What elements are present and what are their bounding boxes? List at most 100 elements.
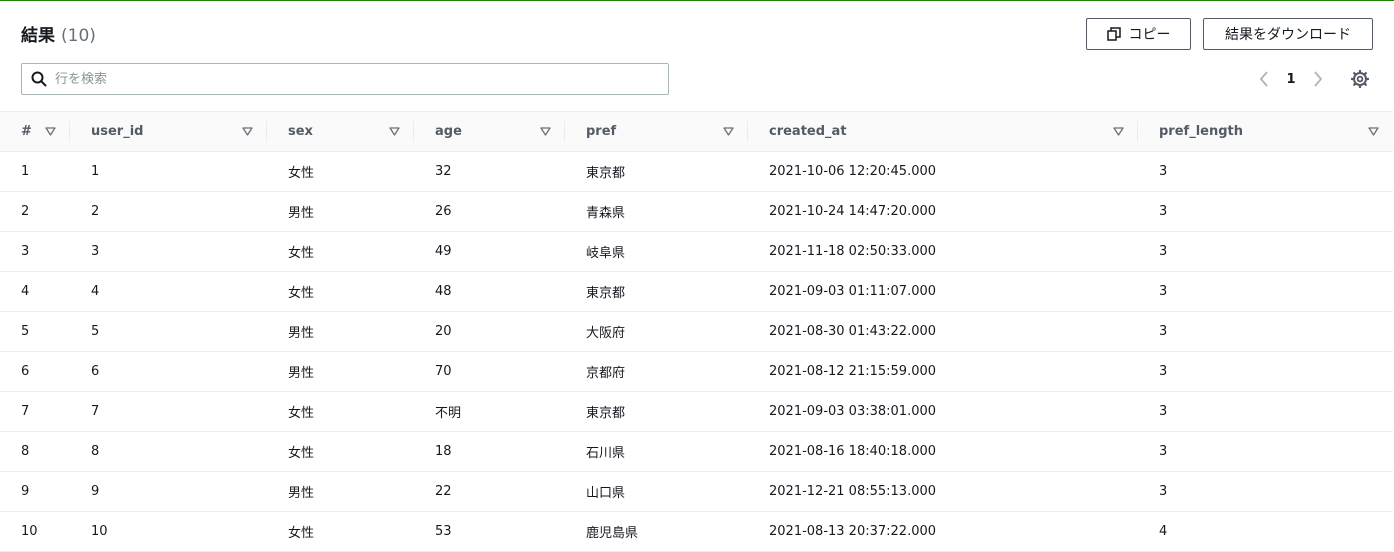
table-cell: 9	[0, 471, 70, 512]
search-input[interactable]	[53, 70, 647, 88]
table-cell: 2021-12-21 08:55:13.000	[748, 471, 1138, 512]
column-header-label: user_id	[91, 124, 144, 139]
table-cell: 10	[70, 511, 267, 552]
table-cell: 18	[414, 431, 565, 472]
table-cell: 22	[414, 471, 565, 512]
table-cell: 2021-09-03 03:38:01.000	[748, 391, 1138, 432]
table-cell: 2021-10-24 14:47:20.000	[748, 191, 1138, 232]
results-panel: 結果 (10) コピー 結果をダウンロード 1	[0, 1, 1394, 552]
table-cell: 男性	[267, 471, 414, 512]
table-cell: 49	[414, 231, 565, 272]
gear-icon[interactable]	[1349, 68, 1371, 90]
column-header-created_at[interactable]: created_at	[748, 111, 1138, 152]
table-cell: 8	[0, 431, 70, 472]
table-row: 9 9 男性 22 山口県 2021-12-21 08:55:13.000 3	[0, 471, 1393, 512]
table-cell: 10	[0, 511, 70, 552]
column-header-label: sex	[288, 124, 313, 139]
table-cell: 2	[70, 191, 267, 232]
table-cell: 女性	[267, 431, 414, 472]
table-cell: 石川県	[565, 431, 748, 472]
results-table-container: # user_id sex age pref created_at pref_length …	[0, 111, 1394, 552]
table-cell: 20	[414, 311, 565, 352]
table-cell: 26	[414, 191, 565, 232]
table-cell: 女性	[267, 231, 414, 272]
column-header-age[interactable]: age	[414, 111, 565, 152]
table-cell: 2021-08-12 21:15:59.000	[748, 351, 1138, 392]
table-cell: 70	[414, 351, 565, 392]
column-header-sex[interactable]: sex	[267, 111, 414, 152]
table-cell: 5	[70, 311, 267, 352]
download-button-label: 結果をダウンロード	[1225, 27, 1351, 43]
table-cell: 岐阜県	[565, 231, 748, 272]
table-cell: 東京都	[565, 151, 748, 192]
table-cell: 青森県	[565, 191, 748, 232]
column-header-label: pref	[586, 124, 617, 139]
table-cell: 5	[0, 311, 70, 352]
table-cell: 3	[1138, 351, 1393, 392]
sort-triangle-icon[interactable]	[45, 127, 56, 136]
table-cell: 不明	[414, 391, 565, 432]
table-row: 7 7 女性 不明 東京都 2021-09-03 03:38:01.000 3	[0, 391, 1393, 432]
table-cell: 2021-11-18 02:50:33.000	[748, 231, 1138, 272]
column-header-label: age	[435, 124, 462, 139]
column-header-user_id[interactable]: user_id	[70, 111, 267, 152]
table-cell: 7	[0, 391, 70, 432]
table-cell: 女性	[267, 271, 414, 312]
table-cell: 男性	[267, 191, 414, 232]
table-cell: 7	[70, 391, 267, 432]
table-cell: 3	[1138, 471, 1393, 512]
column-header-index[interactable]: #	[0, 111, 70, 152]
column-header-label: #	[21, 124, 32, 139]
table-cell: 女性	[267, 511, 414, 552]
copy-icon	[1106, 27, 1121, 41]
column-header-label: created_at	[769, 124, 847, 139]
sort-triangle-icon[interactable]	[1113, 127, 1124, 136]
table-cell: 男性	[267, 311, 414, 352]
table-cell: 2	[0, 191, 70, 232]
search-box	[21, 63, 669, 95]
table-cell: 2021-08-16 18:40:18.000	[748, 431, 1138, 472]
sort-triangle-icon[interactable]	[389, 127, 400, 136]
column-header-label: pref_length	[1159, 124, 1243, 139]
table-row: 8 8 女性 18 石川県 2021-08-16 18:40:18.000 3	[0, 431, 1393, 472]
table-cell: 3	[1138, 311, 1393, 352]
chevron-left-icon[interactable]	[1252, 67, 1276, 91]
table-cell: 山口県	[565, 471, 748, 512]
table-cell: 32	[414, 151, 565, 192]
download-results-button[interactable]: 結果をダウンロード	[1203, 18, 1373, 50]
sort-triangle-icon[interactable]	[1368, 127, 1379, 136]
table-row: 2 2 男性 26 青森県 2021-10-24 14:47:20.000 3	[0, 191, 1393, 232]
table-cell: 2021-09-03 01:11:07.000	[748, 271, 1138, 312]
table-cell: 3	[1138, 391, 1393, 432]
results-header: 結果 (10)	[21, 21, 96, 46]
table-cell: 京都府	[565, 351, 748, 392]
table-cell: 女性	[267, 391, 414, 432]
results-table: # user_id sex age pref created_at pref_length …	[0, 111, 1393, 552]
sort-triangle-icon[interactable]	[723, 127, 734, 136]
column-header-pref_length[interactable]: pref_length	[1138, 111, 1393, 152]
results-count: (10)	[61, 26, 96, 46]
column-header-pref[interactable]: pref	[565, 111, 748, 152]
table-cell: 3	[1138, 271, 1393, 312]
table-cell: 3	[1138, 191, 1393, 232]
table-cell: 2021-10-06 12:20:45.000	[748, 151, 1138, 192]
chevron-right-icon[interactable]	[1306, 67, 1330, 91]
table-cell: 大阪府	[565, 311, 748, 352]
table-cell: 1	[0, 151, 70, 192]
table-row: 4 4 女性 48 東京都 2021-09-03 01:11:07.000 3	[0, 271, 1393, 312]
sort-triangle-icon[interactable]	[242, 127, 253, 136]
copy-button[interactable]: コピー	[1086, 18, 1191, 50]
table-cell: 53	[414, 511, 565, 552]
table-cell: 6	[0, 351, 70, 392]
table-cell: 2021-08-13 20:37:22.000	[748, 511, 1138, 552]
table-cell: 3	[0, 231, 70, 272]
sort-triangle-icon[interactable]	[540, 127, 551, 136]
table-row: 10 10 女性 53 鹿児島県 2021-08-13 20:37:22.000 4	[0, 511, 1393, 552]
copy-button-label: コピー	[1128, 27, 1171, 43]
table-cell: 3	[1138, 431, 1393, 472]
table-header-row: # user_id sex age pref created_at pref_length	[0, 111, 1393, 152]
page-number-current[interactable]: 1	[1276, 72, 1306, 87]
table-row: 3 3 女性 49 岐阜県 2021-11-18 02:50:33.000 3	[0, 231, 1393, 272]
pagination: 1	[1252, 67, 1330, 91]
table-cell: 女性	[267, 151, 414, 192]
